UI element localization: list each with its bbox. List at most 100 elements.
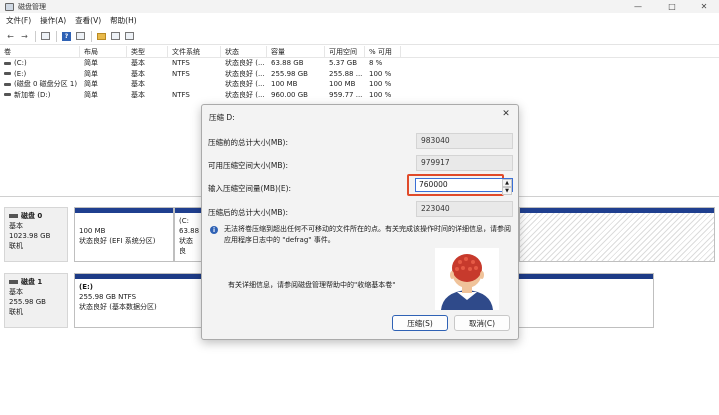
- cell-layout: 简单: [84, 59, 98, 67]
- hard-disk-icon: [9, 280, 18, 284]
- cell-free-space: 100 MB: [329, 80, 356, 88]
- cell-type: 基本: [131, 59, 145, 67]
- list-icon[interactable]: [39, 30, 52, 43]
- disk-label[interactable]: 磁盘 0 基本 1023.98 GB 联机: [4, 207, 68, 262]
- folder-icon[interactable]: [95, 30, 108, 43]
- window-icon[interactable]: [123, 30, 136, 43]
- help-message: 有关详细信息，请参阅磁盘管理帮助中的"收缩基本卷": [228, 281, 396, 289]
- total-after-value: 223040: [416, 201, 513, 217]
- column-header-layout[interactable]: 布局: [80, 46, 127, 58]
- disk-title: 磁盘 1: [9, 277, 63, 287]
- menu-view[interactable]: 查看(V): [75, 15, 101, 26]
- volume-icon: [4, 72, 11, 75]
- column-header-filesystem[interactable]: 文件系统: [168, 46, 221, 58]
- cell-free-space: 255.88 ...: [329, 69, 363, 78]
- partition-c[interactable]: (C: 63.88 状态良: [174, 207, 204, 262]
- cell-filesystem: NTFS: [172, 90, 190, 99]
- cell-free-space: 959.77 ...: [329, 90, 363, 99]
- shrink-amount-input[interactable]: 760000: [415, 178, 513, 192]
- menu-file[interactable]: 文件(F): [6, 15, 31, 26]
- cell-layout: 简单: [84, 80, 98, 88]
- disk-management-icon: [5, 2, 14, 11]
- forward-icon[interactable]: →: [18, 30, 31, 43]
- title-bar: 磁盘管理 — □ ✕: [0, 0, 719, 13]
- toolbar-divider: [35, 30, 36, 42]
- info-icon: i: [210, 226, 218, 234]
- back-icon[interactable]: ←: [4, 30, 17, 43]
- column-header-status[interactable]: 状态: [221, 46, 267, 58]
- partition-bar: [175, 208, 203, 213]
- column-header-capacity[interactable]: 容量: [267, 46, 325, 58]
- avatar: [435, 248, 499, 310]
- volume-name: (E:): [14, 69, 27, 78]
- total-before-value: 983040: [416, 133, 513, 149]
- cell-percent-free: 100 %: [369, 90, 392, 99]
- cell-status: 状态良好 (...: [225, 80, 265, 88]
- cell-type: 基本: [131, 69, 145, 78]
- cell-filesystem: [168, 79, 221, 90]
- column-header-percent-free[interactable]: % 可用: [365, 46, 401, 58]
- available-value: 979917: [416, 155, 513, 171]
- menu-help[interactable]: 帮助(H): [110, 15, 137, 26]
- table-row[interactable]: (E:) 简单 基本 NTFS 状态良好 (... 255.98 GB 255.88 ...…: [0, 69, 719, 80]
- info-message: 无法将卷压缩到超出任何不可移动的文件所在的点。有关完成该操作时间的详细信息，请参…: [224, 225, 511, 244]
- hard-disk-icon: [9, 214, 18, 218]
- cell-status: 状态良好 (...: [225, 59, 265, 67]
- partition-bar: [75, 208, 173, 213]
- cell-volume: (磁盘 0 磁盘分区 1): [0, 79, 80, 90]
- maximize-button[interactable]: □: [657, 0, 687, 13]
- volume-icon: [4, 93, 11, 96]
- cell-status: 状态良好 (...: [225, 90, 265, 99]
- stepper-down-icon[interactable]: ▼: [502, 187, 512, 195]
- column-header-volume[interactable]: 卷: [0, 46, 80, 58]
- column-header-free-space[interactable]: 可用空间: [325, 46, 365, 58]
- window-title: 磁盘管理: [18, 2, 46, 11]
- column-header-type[interactable]: 类型: [127, 46, 168, 58]
- partition-d[interactable]: [519, 207, 715, 262]
- table-row[interactable]: (磁盘 0 磁盘分区 1) 简单 基本 状态良好 (... 100 MB 100 MB 10…: [0, 79, 719, 90]
- disk-size: 255.98 GB: [9, 298, 46, 306]
- menu-action[interactable]: 操作(A): [40, 15, 66, 26]
- cell-volume: 新加卷 (D:): [0, 90, 80, 101]
- properties-icon[interactable]: [74, 30, 87, 43]
- help-icon[interactable]: ?: [60, 30, 73, 43]
- partition-title: [79, 216, 169, 226]
- disk-type: 基本: [9, 288, 23, 296]
- volume-name: (C:): [14, 59, 27, 67]
- table-row[interactable]: 新加卷 (D:) 简单 基本 NTFS 状态良好 (... 960.00 GB 959.77…: [0, 90, 719, 101]
- partition-efi[interactable]: 100 MB 状态良好 (EFI 系统分区): [74, 207, 174, 262]
- cell-layout: 简单: [84, 69, 98, 78]
- dialog-title: 压缩 D:: [209, 113, 235, 122]
- dialog-close-button[interactable]: ✕: [500, 108, 512, 120]
- volume-icon: [4, 82, 11, 86]
- cell-capacity: 960.00 GB: [271, 90, 308, 99]
- disk-title: 磁盘 0: [9, 211, 63, 221]
- partition-size: 100 MB: [79, 227, 106, 235]
- cell-layout: 简单: [84, 90, 98, 99]
- cell-free-space: 5.37 GB: [329, 59, 358, 67]
- available-label: 可用压缩空间大小(MB):: [208, 161, 288, 170]
- disk-label[interactable]: 磁盘 1 基本 255.98 GB 联机: [4, 273, 68, 328]
- volume-name: (磁盘 0 磁盘分区 1): [14, 80, 78, 88]
- close-window-button[interactable]: ✕: [689, 0, 719, 13]
- stepper-up-icon[interactable]: ▲: [502, 179, 512, 187]
- cell-filesystem: NTFS: [172, 59, 190, 67]
- cell-volume: (E:): [0, 69, 80, 80]
- shrink-amount-stepper[interactable]: ▲ ▼: [502, 179, 512, 195]
- cell-percent-free: 100 %: [369, 80, 392, 88]
- disk-status: 联机: [9, 308, 23, 316]
- cell-volume: (C:): [0, 58, 80, 69]
- properties-icon[interactable]: [109, 30, 122, 43]
- avatar-illustration: [441, 254, 493, 310]
- partition-status: 状态良好 (EFI 系统分区): [79, 237, 156, 245]
- shrink-button[interactable]: 压缩(S): [392, 315, 448, 331]
- minimize-button[interactable]: —: [623, 0, 653, 13]
- cancel-button[interactable]: 取消(C): [454, 315, 510, 331]
- cell-filesystem: NTFS: [172, 69, 190, 78]
- cell-capacity: 255.98 GB: [271, 69, 308, 78]
- partition-size: 63.88: [179, 227, 200, 235]
- disk-name: 磁盘 1: [21, 278, 43, 286]
- table-row[interactable]: (C:) 简单 基本 NTFS 状态良好 (... 63.88 GB 5.37 GB 8 %: [0, 58, 719, 69]
- partition-title: (C:: [179, 217, 189, 225]
- toolbar-divider: [56, 30, 57, 42]
